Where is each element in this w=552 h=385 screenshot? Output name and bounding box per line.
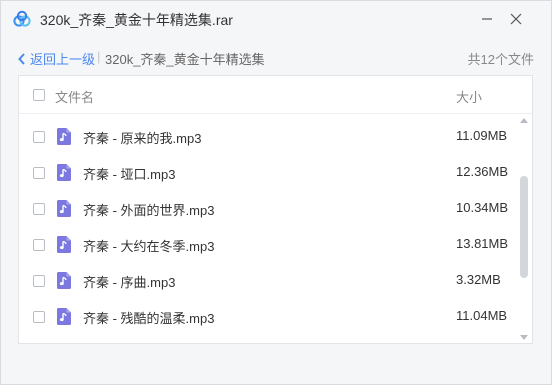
file-name: 齐秦 - 序曲.mp3 <box>83 275 176 290</box>
breadcrumb-separator: | <box>97 49 101 64</box>
music-file-icon <box>57 236 71 253</box>
file-list-panel: 文件名 大小 齐秦 - 原来的我.mp3 11.09MB 齐秦 - 垭口.mp3… <box>18 75 533 344</box>
vertical-scrollbar[interactable] <box>519 118 529 340</box>
file-name: 齐秦 - 原来的我.mp3 <box>83 131 202 146</box>
table-row[interactable]: 齐秦 - 残酷的温柔.mp3 11.04MB <box>19 299 517 335</box>
table-row[interactable]: 齐秦 - 序曲.mp3 3.32MB <box>19 263 517 299</box>
scroll-down-arrow-icon[interactable] <box>520 335 528 340</box>
row-checkbox[interactable] <box>33 239 45 251</box>
close-button[interactable] <box>506 9 526 29</box>
column-header-size: 大小 <box>456 90 483 105</box>
minimize-button[interactable] <box>477 9 497 29</box>
row-checkbox[interactable] <box>33 131 45 143</box>
music-file-icon <box>57 200 71 217</box>
file-size: 3.32MB <box>456 272 501 287</box>
scroll-up-arrow-icon[interactable] <box>520 118 528 123</box>
row-checkbox[interactable] <box>33 311 45 323</box>
file-name: 齐秦 - 残酷的温柔.mp3 <box>83 311 215 326</box>
cloud-app-icon <box>13 10 31 27</box>
nav-bar: 返回上一级 | 320k_齐秦_黄金十年精选集 共12个文件 <box>1 45 551 71</box>
file-name: 齐秦 - 外面的世界.mp3 <box>83 203 215 218</box>
file-name: 齐秦 - 垭口.mp3 <box>83 167 176 182</box>
back-label: 返回上一级 <box>30 52 96 67</box>
table-row[interactable]: 齐秦 - 原来的我.mp3 11.09MB <box>19 119 517 155</box>
archive-window: 320k_齐秦_黄金十年精选集.rar 返回上一级 | 320k_齐秦_黄金十年… <box>0 0 552 385</box>
title-bar: 320k_齐秦_黄金十年精选集.rar <box>1 1 551 37</box>
minimize-icon <box>482 18 492 20</box>
column-header-name: 文件名 <box>55 90 95 105</box>
file-size: 11.04MB <box>456 308 508 323</box>
row-checkbox[interactable] <box>33 203 45 215</box>
file-size: 10.34MB <box>456 200 509 215</box>
file-size: 11.09MB <box>456 128 508 143</box>
select-all-checkbox[interactable] <box>33 89 45 101</box>
row-checkbox[interactable] <box>33 275 45 287</box>
chevron-left-icon <box>18 52 25 65</box>
file-name: 齐秦 - 大约在冬季.mp3 <box>83 239 215 254</box>
close-icon <box>510 13 522 25</box>
table-row[interactable]: 齐秦 - 垭口.mp3 12.36MB <box>19 155 517 191</box>
music-file-icon <box>57 272 71 289</box>
file-size: 13.81MB <box>456 236 509 251</box>
table-row[interactable]: 齐秦 - 大约在冬季.mp3 13.81MB <box>19 227 517 263</box>
music-file-icon <box>57 128 71 145</box>
music-file-icon <box>57 164 71 181</box>
table-header: 文件名 大小 <box>19 76 532 114</box>
table-row[interactable]: 齐秦 - 外面的世界.mp3 10.34MB <box>19 191 517 227</box>
file-count: 共12个文件 <box>467 52 534 67</box>
file-size: 12.36MB <box>456 164 509 179</box>
row-checkbox[interactable] <box>33 167 45 179</box>
back-button[interactable]: 返回上一级 <box>18 49 95 68</box>
music-file-icon <box>57 308 71 325</box>
window-title: 320k_齐秦_黄金十年精选集.rar <box>40 12 233 28</box>
breadcrumb: 320k_齐秦_黄金十年精选集 <box>105 52 265 67</box>
scrollbar-thumb[interactable] <box>520 176 528 278</box>
